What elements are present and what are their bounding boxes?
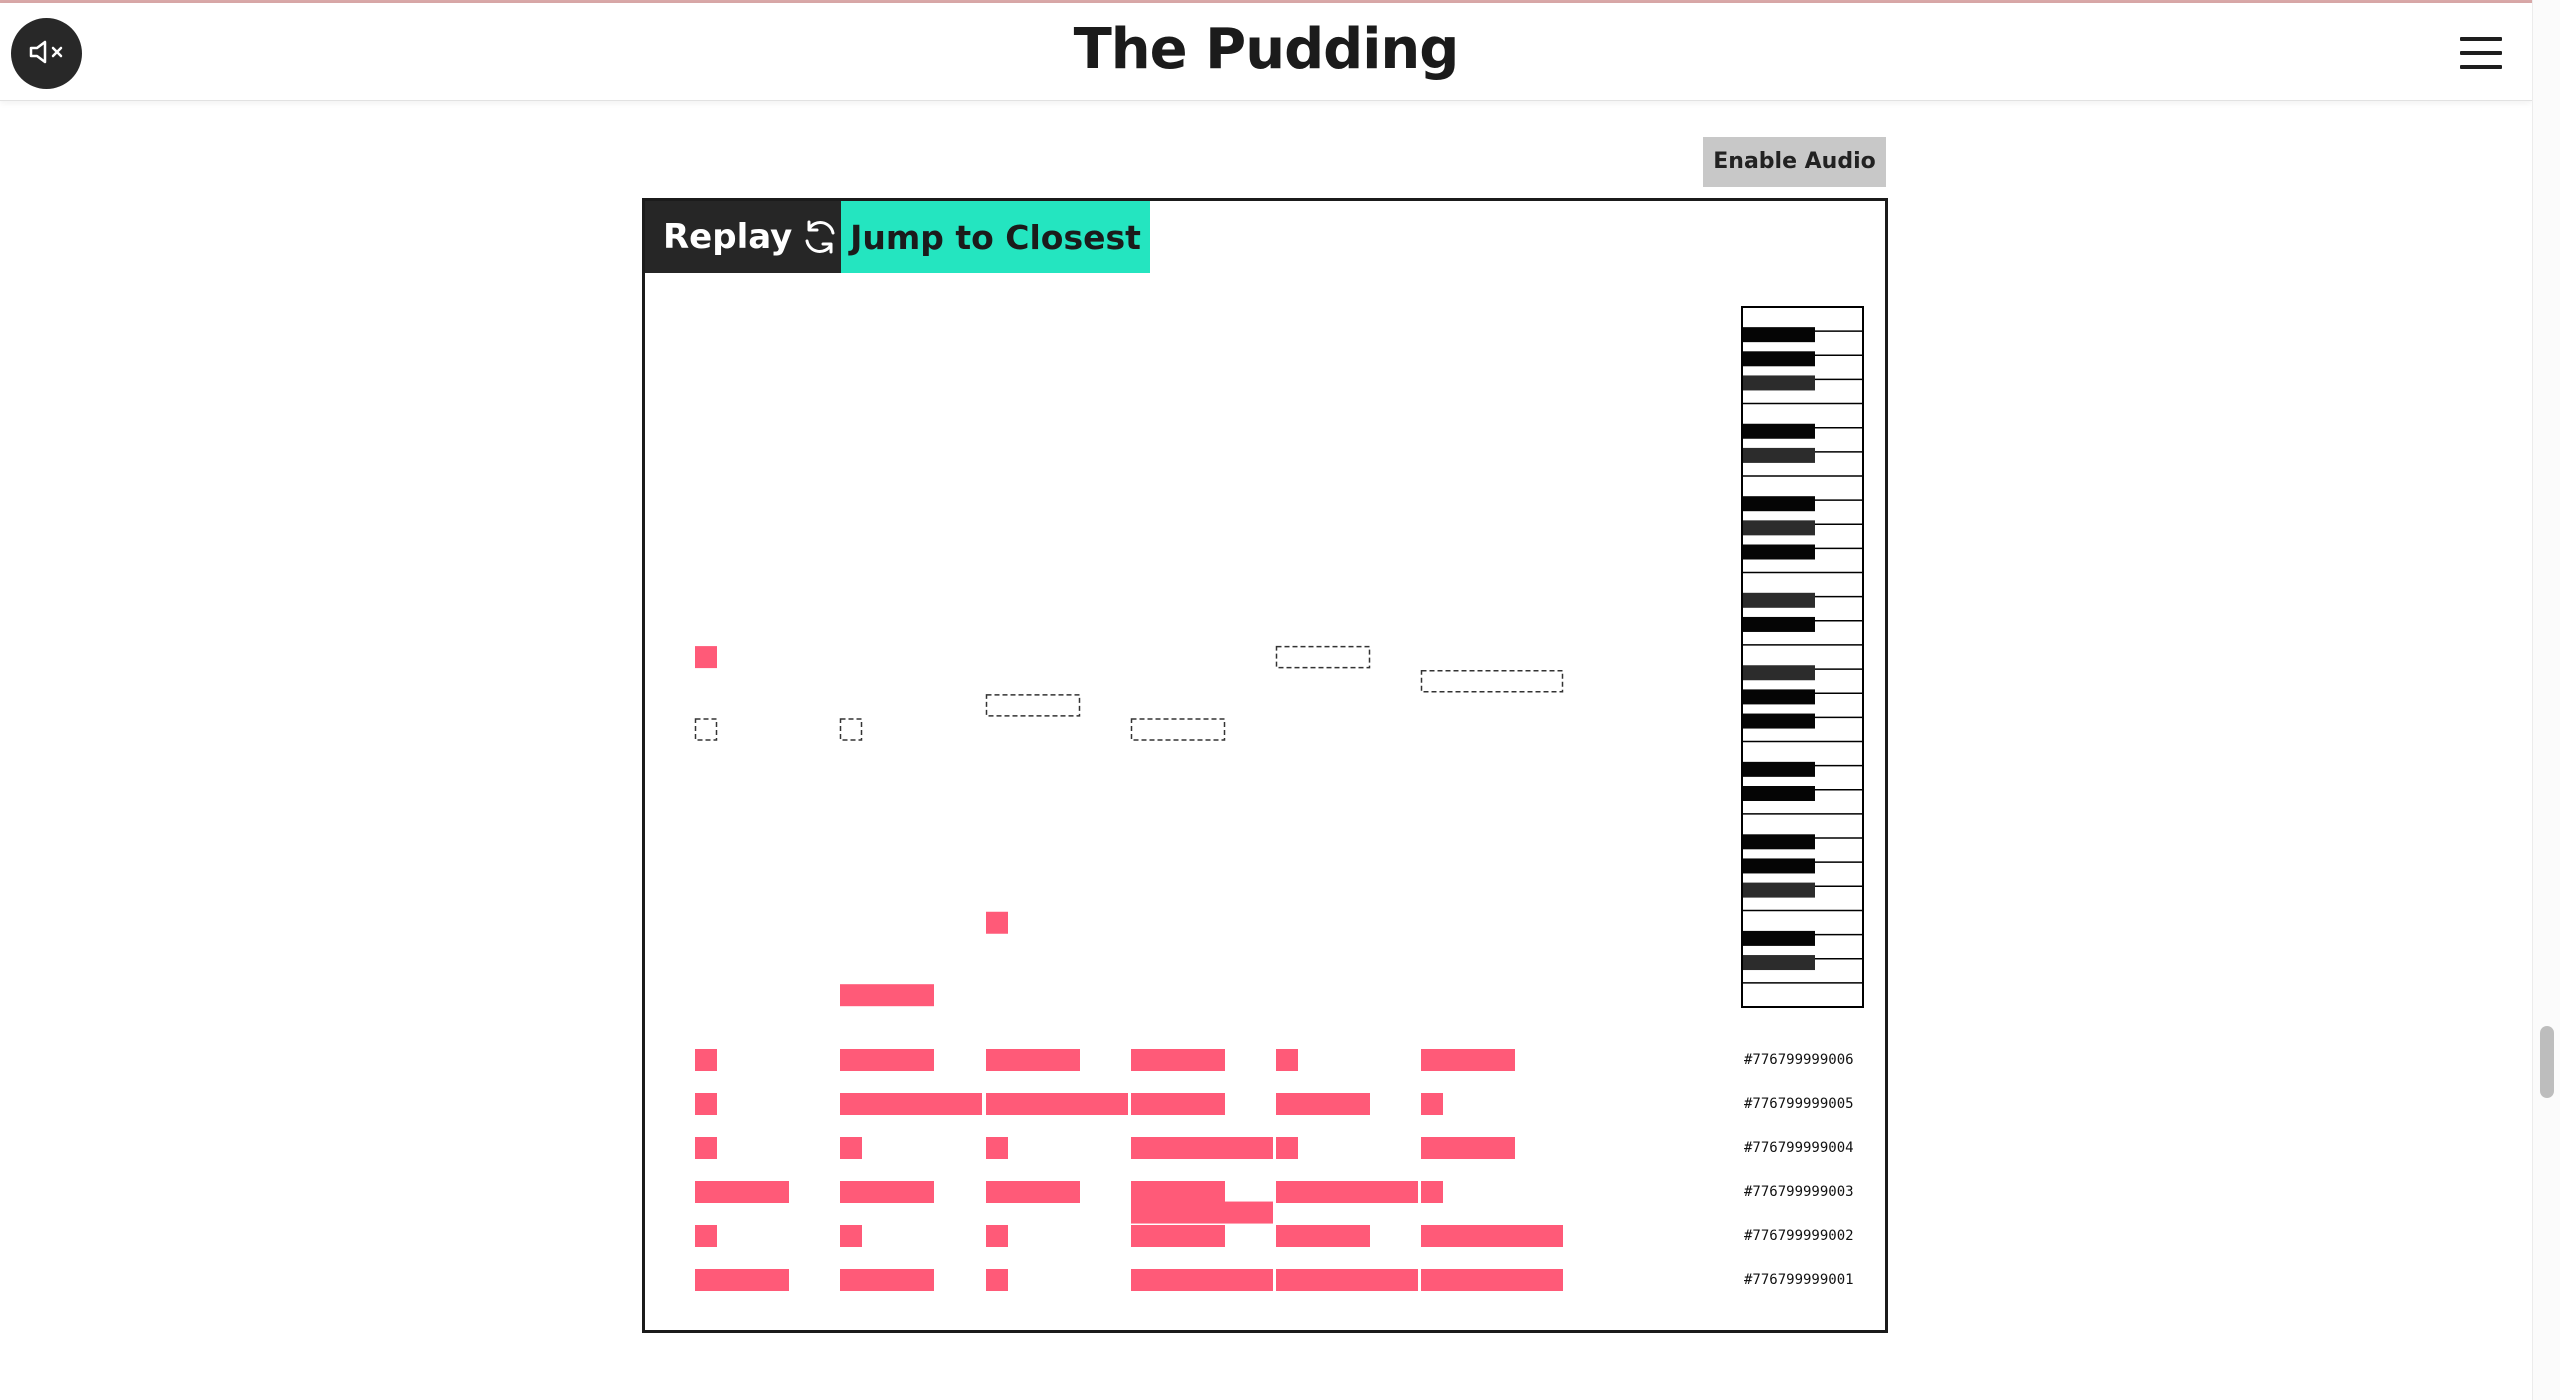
black-key xyxy=(1743,786,1815,801)
attempt-note xyxy=(986,1049,1080,1071)
target-note-outline xyxy=(694,718,718,741)
attempt-note xyxy=(1131,1049,1225,1071)
attempt-note xyxy=(695,1181,789,1203)
black-key xyxy=(1743,375,1815,391)
black-key xyxy=(1743,520,1815,536)
black-key xyxy=(1743,713,1815,729)
attempt-id-label[interactable]: #776799999005 xyxy=(1744,1096,1874,1112)
attempt-id-label[interactable]: #776799999001 xyxy=(1744,1272,1874,1288)
page-scrollbar[interactable] xyxy=(2532,0,2560,1400)
guess-note xyxy=(1131,1201,1273,1224)
black-key xyxy=(1743,616,1815,632)
attempt-note xyxy=(840,1137,862,1159)
attempt-note xyxy=(986,1181,1080,1203)
attempt-id-label[interactable]: #776799999004 xyxy=(1744,1140,1874,1156)
attempt-note xyxy=(1276,1181,1418,1203)
attempt-id-label[interactable]: #776799999003 xyxy=(1744,1184,1874,1200)
jump-to-closest-button[interactable]: Jump to Closest xyxy=(841,201,1150,273)
attempt-id-label[interactable]: #776799999002 xyxy=(1744,1228,1874,1244)
black-key xyxy=(1743,955,1815,971)
target-note-outline xyxy=(1130,718,1226,741)
piano-roll-canvas xyxy=(645,201,1885,1330)
black-key xyxy=(1743,447,1815,463)
attempt-note xyxy=(1421,1049,1515,1071)
attempt-note xyxy=(695,1137,717,1159)
guess-note xyxy=(986,911,1008,934)
attempt-note xyxy=(986,1137,1008,1159)
replay-button[interactable]: Replay xyxy=(645,201,841,273)
attempt-note xyxy=(1276,1049,1298,1071)
attempt-note xyxy=(840,1225,862,1247)
black-key xyxy=(1743,930,1815,946)
attempt-note xyxy=(1131,1093,1225,1115)
attempt-note xyxy=(695,1269,789,1291)
attempt-note xyxy=(1131,1269,1273,1291)
scrollbar-thumb[interactable] xyxy=(2540,1026,2554,1098)
attempt-note xyxy=(986,1093,1128,1115)
attempt-note xyxy=(1421,1269,1563,1291)
attempt-note xyxy=(695,1225,717,1247)
refresh-icon xyxy=(800,219,840,255)
piano-roll-svg xyxy=(694,306,1864,1291)
black-key xyxy=(1743,834,1815,850)
attempt-note xyxy=(986,1269,1008,1291)
attempt-note xyxy=(1131,1225,1225,1247)
enable-audio-button[interactable]: Enable Audio xyxy=(1703,137,1886,187)
attempt-note xyxy=(1131,1181,1225,1203)
site-logo[interactable]: The Pudding xyxy=(0,17,2532,82)
black-key xyxy=(1743,544,1815,560)
attempt-note xyxy=(986,1225,1008,1247)
site-header: The Pudding xyxy=(0,3,2532,101)
attempt-note xyxy=(1421,1181,1443,1203)
attempt-note xyxy=(840,1093,982,1115)
black-key xyxy=(1743,496,1815,512)
black-key xyxy=(1743,423,1815,439)
black-key xyxy=(1743,689,1815,705)
black-key xyxy=(1743,761,1815,777)
piano-roll-panel: Replay Jump to Closest #776799999006 #776… xyxy=(642,198,1888,1333)
black-key xyxy=(1743,858,1815,874)
attempt-note xyxy=(1276,1225,1370,1247)
attempt-note xyxy=(1131,1137,1273,1159)
piano-keyboard xyxy=(1741,306,1864,1008)
guess-note xyxy=(840,984,934,1007)
replay-label: Replay xyxy=(663,217,793,257)
black-key xyxy=(1743,327,1815,343)
guess-note xyxy=(695,646,717,669)
black-key xyxy=(1743,592,1815,608)
attempt-note xyxy=(1421,1093,1443,1115)
attempt-note xyxy=(1421,1137,1515,1159)
black-key xyxy=(1743,665,1815,681)
attempt-note xyxy=(840,1269,934,1291)
attempt-note xyxy=(1276,1137,1298,1159)
hamburger-menu-icon[interactable] xyxy=(2460,37,2502,69)
target-note-outline xyxy=(839,718,863,741)
attempt-id-label[interactable]: #776799999006 xyxy=(1744,1052,1874,1068)
black-key xyxy=(1743,351,1815,367)
attempt-note xyxy=(695,1049,717,1071)
black-key xyxy=(1743,882,1815,898)
attempt-note xyxy=(1276,1093,1370,1115)
attempt-note xyxy=(695,1093,717,1115)
attempt-note xyxy=(1421,1225,1563,1247)
target-note-outline xyxy=(1275,645,1371,669)
attempt-note xyxy=(840,1049,934,1071)
attempt-note xyxy=(1276,1269,1418,1291)
target-note-outline xyxy=(985,694,1081,717)
attempt-note xyxy=(840,1181,934,1203)
target-note-outline xyxy=(1420,670,1564,693)
